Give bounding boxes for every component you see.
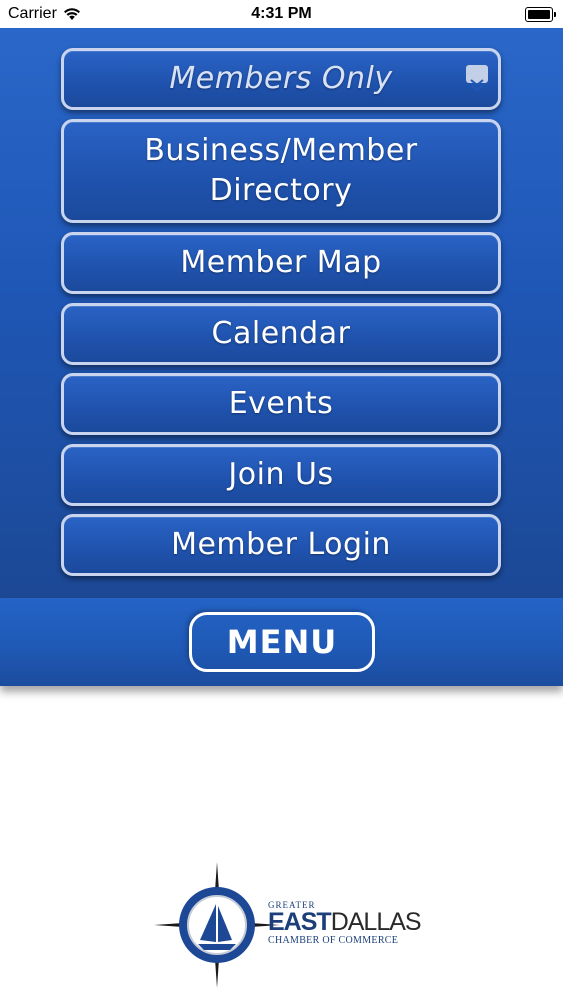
events-button[interactable]: Events (61, 373, 501, 435)
chamber-logo: GREATER EASTDALLAS CHAMBER OF COMMERCE (152, 860, 422, 990)
join-us-label: Join Us (228, 456, 334, 492)
events-label: Events (228, 385, 334, 421)
menu-bar: MENU (0, 598, 563, 686)
logo-chamber-text: CHAMBER OF COMMERCE (268, 935, 399, 946)
calendar-label: Calendar (211, 315, 351, 351)
battery-level (528, 10, 550, 19)
menu-panel: Members Only Business/Member Directory M… (0, 28, 563, 598)
member-map-label: Member Map (180, 244, 382, 280)
member-map-button[interactable]: Member Map (61, 232, 501, 294)
business-member-directory-label: Business/Member Directory (144, 132, 418, 209)
join-us-button[interactable]: Join Us (61, 444, 501, 506)
member-login-label: Member Login (171, 526, 391, 562)
calendar-button[interactable]: Calendar (61, 303, 501, 365)
chevron-down-icon[interactable] (466, 65, 488, 92)
members-only-header[interactable]: Members Only (61, 48, 501, 110)
status-bar: Carrier 4:31 PM (0, 0, 563, 28)
business-member-directory-button[interactable]: Business/Member Directory (61, 119, 501, 223)
menu-toggle-button[interactable]: MENU (189, 612, 375, 672)
member-login-button[interactable]: Member Login (61, 514, 501, 576)
status-time: 4:31 PM (251, 5, 312, 22)
logo-east-text: EAST (268, 908, 332, 936)
logo-wordmark: GREATER EASTDALLAS CHAMBER OF COMMERCE (268, 900, 422, 947)
compass-seal-icon (154, 862, 280, 988)
logo-dallas-text: DALLAS (330, 908, 422, 936)
battery-icon (525, 7, 556, 22)
members-only-label: Members Only (169, 60, 393, 96)
